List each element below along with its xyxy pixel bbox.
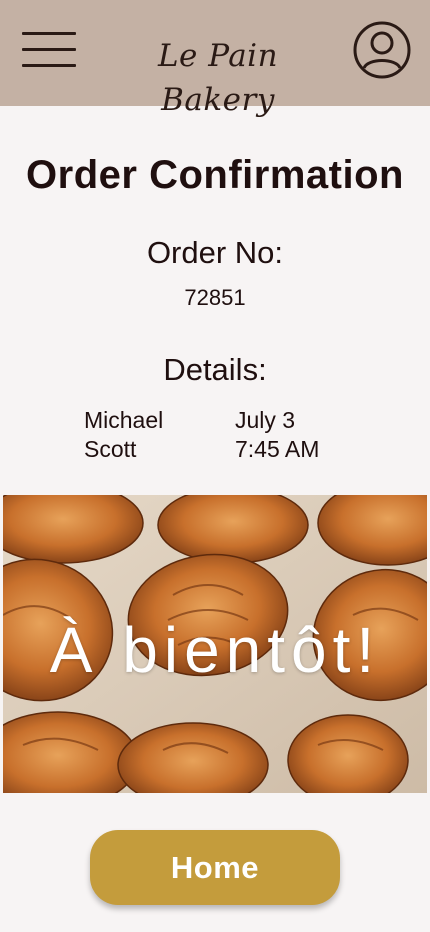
hero-caption: À bientôt! bbox=[49, 614, 381, 686]
brand-logo[interactable]: Le Pain Bakery bbox=[108, 34, 328, 118]
customer-last-name: Scott bbox=[84, 436, 137, 462]
app-header: Le Pain Bakery bbox=[0, 0, 430, 118]
pickup-date: July 3 bbox=[235, 407, 296, 433]
order-number-label: Order No: bbox=[146, 235, 284, 270]
user-account-icon[interactable] bbox=[352, 20, 412, 80]
details-label: Details: bbox=[163, 352, 267, 387]
home-button[interactable]: Home bbox=[90, 830, 340, 905]
hamburger-menu-icon[interactable] bbox=[22, 32, 76, 68]
customer-first-name: Michael bbox=[84, 407, 164, 433]
menu-bar bbox=[22, 64, 76, 67]
order-number-value: 72851 bbox=[184, 285, 246, 310]
menu-bar bbox=[22, 48, 76, 51]
pickup-time: 7:45 AM bbox=[235, 436, 320, 462]
page-title: Order Confirmation bbox=[26, 153, 404, 197]
menu-bar bbox=[22, 32, 76, 35]
